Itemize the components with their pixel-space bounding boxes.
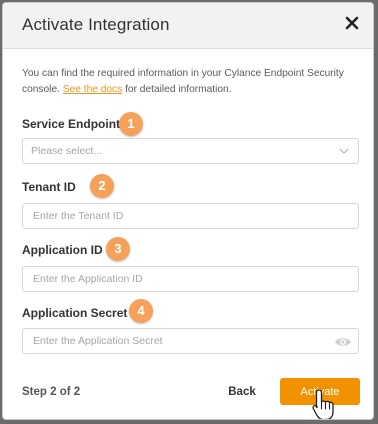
application-id-field[interactable]: [22, 266, 359, 292]
step-indicator: Step 2 of 2: [22, 386, 81, 398]
tenant-id-input[interactable]: [23, 204, 358, 228]
eye-icon[interactable]: [334, 335, 352, 349]
step-badge-2: 2: [90, 174, 114, 198]
service-endpoint-label: Service Endpoint: [22, 117, 121, 131]
see-the-docs-link[interactable]: See the docs: [63, 84, 122, 95]
chevron-down-icon: [339, 148, 349, 154]
dialog-header: Activate Integration: [3, 3, 373, 49]
dialog-title: Activate Integration: [22, 15, 170, 34]
intro-text: You can find the required information in…: [22, 66, 362, 97]
application-id-input[interactable]: [23, 267, 358, 291]
service-endpoint-placeholder: Please select...: [31, 145, 103, 157]
close-icon[interactable]: [343, 14, 361, 32]
step-badge-1: 1: [119, 112, 143, 136]
application-secret-field[interactable]: [22, 328, 359, 354]
step-badge-4: 4: [129, 299, 153, 323]
tenant-id-field[interactable]: [22, 203, 359, 229]
step-badge-3: 3: [106, 237, 130, 261]
tenant-id-label: Tenant ID: [22, 180, 76, 194]
hand-pointer-icon: [312, 389, 334, 419]
application-secret-label: Application Secret: [22, 306, 128, 320]
back-button[interactable]: Back: [217, 378, 267, 406]
intro-text-suffix: for detailed information.: [122, 83, 232, 95]
application-id-label: Application ID: [22, 243, 103, 257]
application-secret-input[interactable]: [23, 329, 358, 353]
service-endpoint-select[interactable]: Please select...: [22, 138, 359, 164]
activate-integration-dialog: Activate Integration You can find the re…: [2, 2, 374, 420]
